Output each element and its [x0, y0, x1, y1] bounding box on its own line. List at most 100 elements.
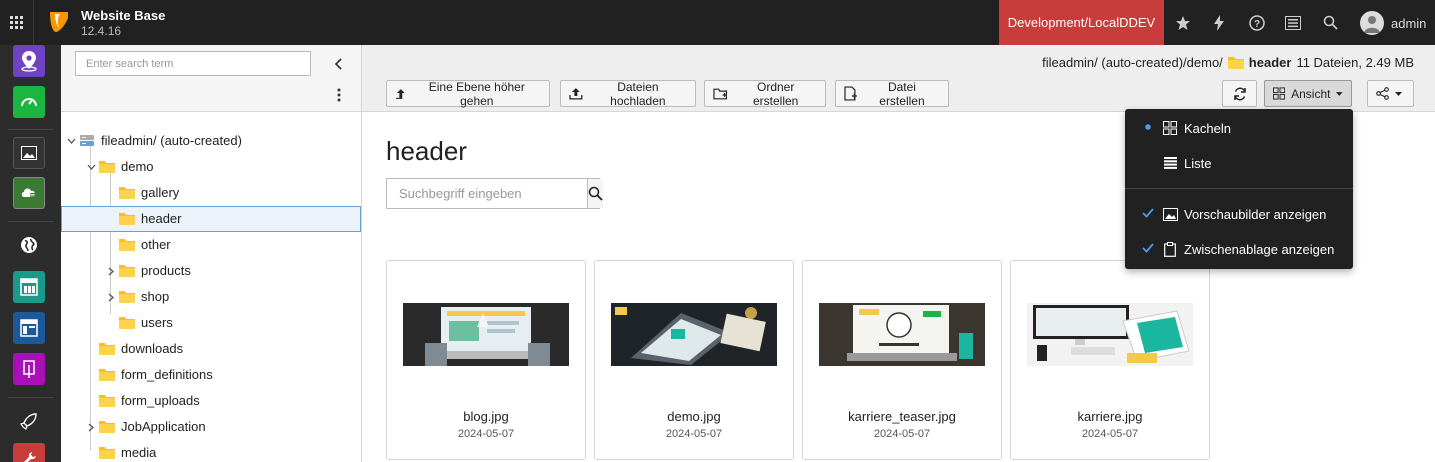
tree-node-demo[interactable]: demo	[61, 154, 361, 180]
show-clipboard-option[interactable]: Zwischenablage anzeigen	[1125, 233, 1353, 265]
tree-node-label: downloads	[121, 341, 184, 356]
folder-icon	[119, 317, 135, 329]
file-card[interactable]: karriere.jpg 2024-05-07	[1010, 260, 1210, 460]
file-name: demo.jpg	[667, 409, 721, 424]
tree-node-users[interactable]: users	[61, 310, 361, 336]
folder-icon	[99, 395, 115, 407]
folder-tree: fileadmin/ (auto-created) demo gallery h…	[61, 112, 361, 462]
tree-node-header-selected[interactable]: header	[61, 206, 361, 232]
tree-node-gallery[interactable]: gallery	[61, 180, 361, 206]
media-module-button[interactable]	[13, 137, 45, 169]
list-module-button[interactable]	[13, 312, 45, 344]
checkmark-icon	[1142, 207, 1154, 219]
file-card[interactable]: karriere_teaser.jpg 2024-05-07	[802, 260, 1002, 460]
tree-node-label: shop	[141, 289, 170, 304]
file-search-button[interactable]	[587, 179, 603, 208]
create-folder-button[interactable]: Ordner erstellen	[704, 80, 826, 108]
tree-node-media[interactable]: media	[61, 440, 361, 462]
help-button[interactable]: ?	[1240, 0, 1274, 45]
file-thumbnail[interactable]	[819, 303, 985, 366]
grid-icon	[9, 15, 23, 29]
folder-tree-panel: fileadmin/ (auto-created) demo gallery h…	[61, 45, 362, 462]
current-folder-name: header	[1248, 55, 1292, 70]
refresh-button[interactable]	[1222, 80, 1257, 107]
refresh-icon	[1233, 87, 1246, 100]
chevron-down-icon[interactable]	[86, 162, 96, 172]
environment-badge: Development/LocalDDEV	[999, 0, 1164, 45]
file-thumbnail[interactable]	[1027, 303, 1193, 366]
tree-node-jobapplication[interactable]: JobApplication	[61, 414, 361, 440]
file-search-input[interactable]	[387, 179, 587, 208]
level-up-button[interactable]: Eine Ebene höher gehen	[386, 80, 550, 108]
tree-node-form-uploads[interactable]: form_uploads	[61, 388, 361, 414]
tree-actions-button[interactable]	[329, 85, 349, 105]
share-button[interactable]	[1367, 80, 1414, 107]
tree-node-label: media	[121, 445, 157, 460]
create-file-button[interactable]: Datei erstellen	[835, 79, 949, 108]
tree-node-label: products	[141, 263, 191, 278]
view-tiles-option[interactable]: Kacheln	[1125, 112, 1353, 144]
tree-search-input[interactable]	[75, 51, 311, 76]
upload-icon	[569, 87, 583, 100]
system-info-button[interactable]	[1276, 0, 1310, 45]
bookmarks-button[interactable]	[1166, 0, 1200, 45]
web-module-button[interactable]	[13, 229, 45, 261]
view-list-option[interactable]: Liste	[1125, 147, 1353, 179]
tree-node-form-definitions[interactable]: form_definitions	[61, 362, 361, 388]
site-name: Website Base	[81, 8, 166, 23]
typo3-logo[interactable]	[48, 10, 70, 34]
page-module-button[interactable]	[13, 271, 45, 303]
tree-node-downloads[interactable]: downloads	[61, 336, 361, 362]
star-icon	[1176, 15, 1190, 30]
file-thumbnail[interactable]	[611, 303, 777, 366]
show-thumbnails-option[interactable]: Vorschaubilder anzeigen	[1125, 198, 1353, 230]
tree-node-storage[interactable]: fileadmin/ (auto-created)	[61, 128, 361, 154]
form-module-button[interactable]	[13, 353, 45, 385]
demo-thumbnail-image	[611, 303, 777, 366]
add-folder-icon	[713, 88, 728, 99]
file-card[interactable]: blog.jpg 2024-05-07	[386, 260, 586, 460]
folder-icon	[1227, 57, 1244, 69]
user-menu[interactable]: admin	[1360, 11, 1426, 35]
chevron-right-icon[interactable]	[106, 292, 116, 302]
dashboard-module-button[interactable]	[13, 86, 45, 118]
collapse-tree-button[interactable]	[329, 54, 349, 74]
rocket-icon	[20, 413, 37, 430]
file-date: 2024-05-07	[873, 428, 931, 440]
svg-text:?: ?	[1254, 19, 1260, 30]
tree-node-label: JobApplication	[121, 419, 206, 434]
list-info-icon	[1285, 15, 1301, 30]
storage-icon	[80, 135, 94, 146]
tree-node-label: demo	[121, 159, 154, 174]
app-launcher-button[interactable]	[0, 0, 34, 45]
search-button[interactable]	[1313, 0, 1347, 45]
launch-module-button[interactable]	[13, 405, 45, 437]
tree-node-label: form_uploads	[121, 393, 200, 408]
clear-cache-button[interactable]	[1202, 0, 1236, 45]
blog-thumbnail-image	[403, 303, 569, 366]
file-search	[386, 178, 603, 209]
extension-module-button[interactable]	[13, 443, 45, 462]
tree-node-shop[interactable]: shop	[61, 284, 361, 310]
add-file-icon	[844, 86, 857, 101]
chevron-down-icon[interactable]	[66, 136, 76, 146]
file-name: karriere_teaser.jpg	[848, 409, 956, 424]
view-mode-button[interactable]: Ansicht	[1264, 80, 1352, 107]
file-thumbnail[interactable]	[403, 303, 569, 366]
tree-node-other[interactable]: other	[61, 232, 361, 258]
filelist-module-button[interactable]	[13, 177, 45, 209]
file-card[interactable]: demo.jpg 2024-05-07	[594, 260, 794, 460]
cloud-files-icon	[21, 188, 37, 197]
path-text: fileadmin/ (auto-created)/demo/	[1042, 55, 1223, 70]
dropdown-divider	[1125, 188, 1353, 189]
list-layout-icon	[20, 319, 38, 337]
tree-node-products[interactable]: products	[61, 258, 361, 284]
tree-node-label: users	[141, 315, 173, 330]
sites-module-button[interactable]	[13, 45, 45, 77]
chevron-right-icon[interactable]	[106, 266, 116, 276]
chevron-right-icon[interactable]	[86, 422, 96, 432]
page-title: header	[386, 136, 467, 166]
upload-files-button[interactable]: Dateien hochladen	[560, 80, 696, 108]
file-name: blog.jpg	[463, 409, 509, 424]
create-file-label: Datei erstellen	[879, 79, 925, 108]
